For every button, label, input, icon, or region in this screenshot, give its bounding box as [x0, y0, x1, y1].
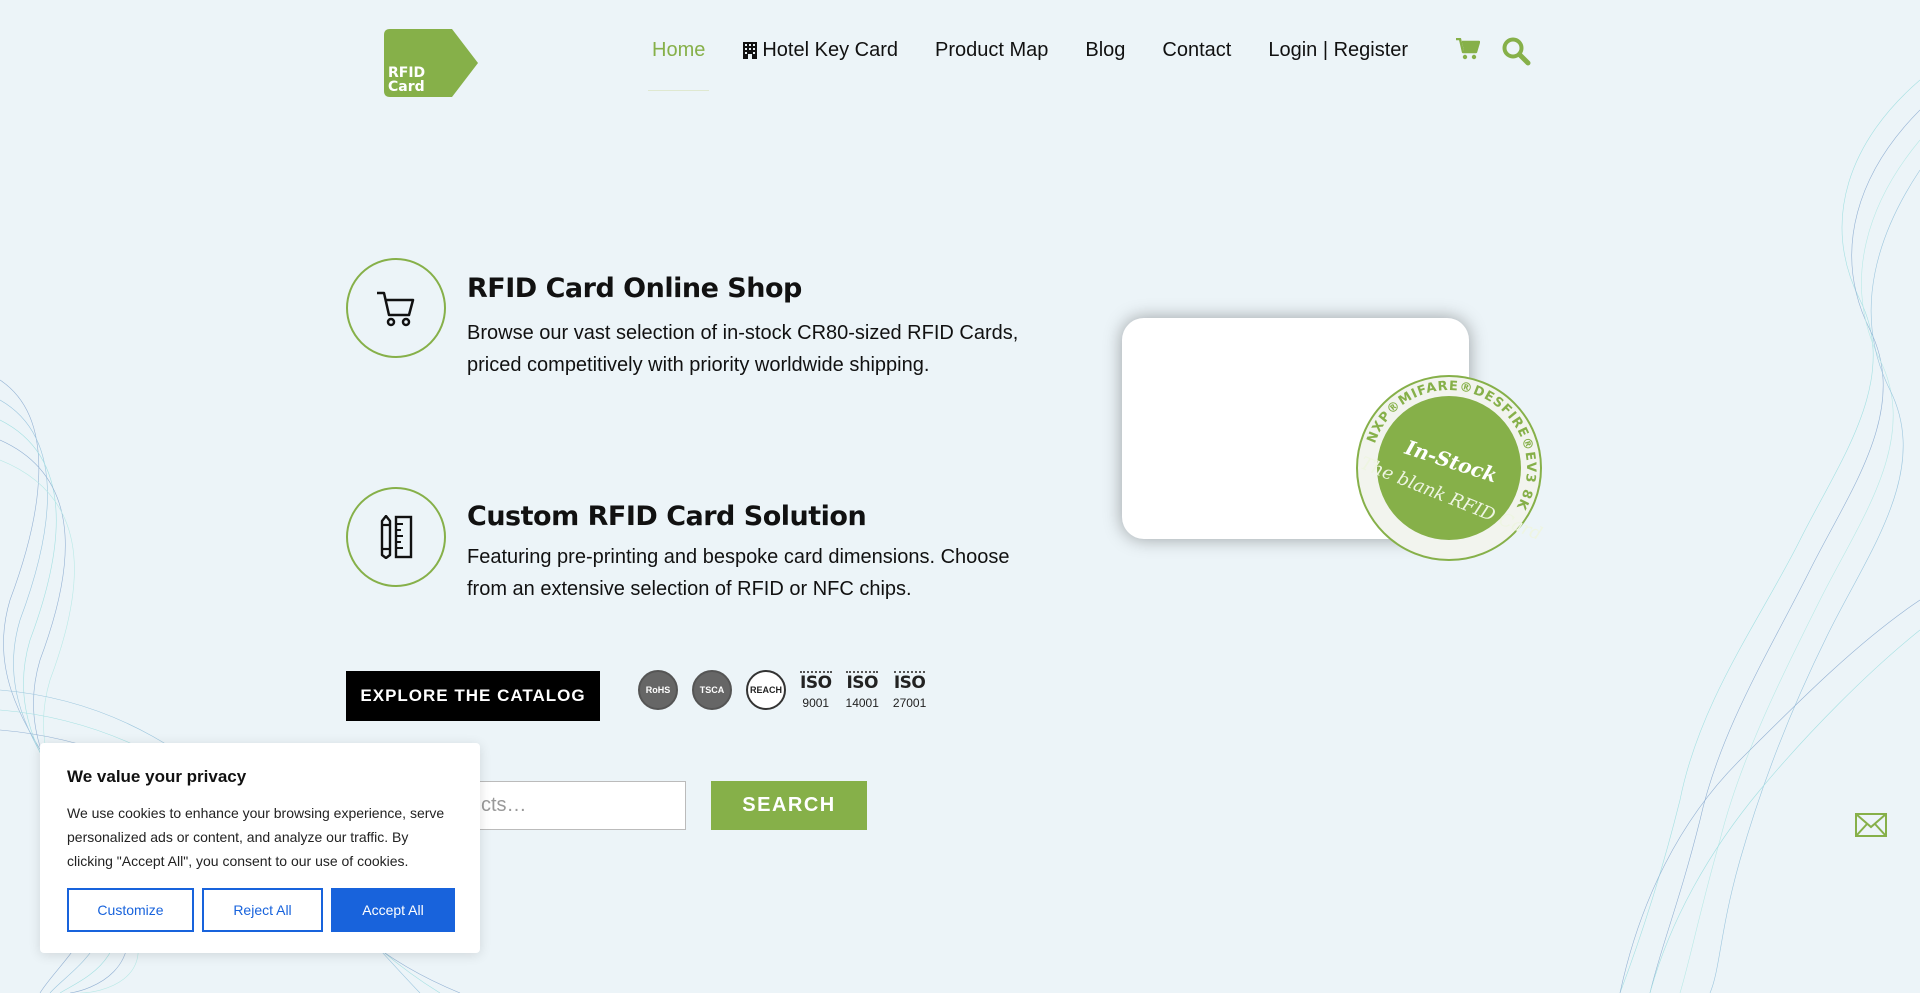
feature-icon-circle — [346, 258, 446, 358]
accept-all-button[interactable]: Accept All — [331, 888, 455, 932]
rfid-card-logo[interactable]: RFID Card — [384, 29, 478, 99]
feature-desc-custom-solution: Featuring pre-printing and bespoke card … — [467, 546, 1010, 600]
nav-item-product-map[interactable]: Product Map — [935, 39, 1048, 62]
pencil-ruler-icon — [380, 515, 413, 559]
customize-button[interactable]: Customize — [67, 888, 194, 932]
search-button[interactable]: SEARCH — [711, 781, 867, 830]
reach-badge: REACH — [746, 670, 786, 710]
explore-catalog-button[interactable]: EXPLORE THE CATALOG — [346, 671, 600, 721]
cookie-title: We value your privacy — [67, 767, 247, 786]
tsca-badge: TSCA — [692, 670, 732, 710]
shopping-cart-icon — [377, 291, 415, 327]
iso-14001-badge: ISO 14001 — [845, 670, 879, 710]
cookie-body: We use cookies to enhance your browsing … — [67, 805, 445, 869]
nav-item-label: Hotel Key Card — [762, 38, 898, 61]
feature-icon-circle — [346, 487, 446, 587]
feature-title-custom-solution: Custom RFID Card Solution — [467, 501, 867, 532]
nav-item-contact[interactable]: Contact — [1162, 39, 1231, 62]
reject-all-button[interactable]: Reject All — [202, 888, 323, 932]
building-icon — [742, 41, 758, 59]
iso-27001-badge: ISO 27001 — [892, 670, 927, 710]
main-nav: Home Hotel Key Card Product Map Blog Con… — [647, 36, 1445, 91]
logo-text-card: Card — [388, 79, 425, 95]
nav-item-blog[interactable]: Blog — [1085, 39, 1125, 62]
cookie-buttons: Customize Reject All Accept All — [67, 888, 463, 932]
cookie-consent-banner: We value your privacy We use cookies to … — [40, 743, 480, 953]
iso-9001-badge: ISO 9001 — [800, 670, 832, 710]
search-icon[interactable] — [1501, 36, 1531, 66]
rohs-badge: RoHS — [638, 670, 678, 710]
cart-icon[interactable] — [1456, 38, 1480, 60]
nav-item-login-register[interactable]: Login | Register — [1268, 39, 1408, 62]
certification-badges: RoHS TSCA REACH ISO 9001 ISO 14001 ISO 2… — [638, 670, 940, 710]
nav-item-home[interactable]: Home — [647, 39, 710, 91]
feature-desc-online-shop: Browse our vast selection of in-stock CR… — [467, 322, 1019, 376]
in-stock-stamp: NXP®MIFARE®DESFIRE®EV3 8K In-Stock The b… — [1356, 375, 1545, 561]
mail-icon[interactable] — [1855, 813, 1887, 837]
feature-title-online-shop: RFID Card Online Shop — [467, 273, 802, 304]
nav-item-hotel-key-card[interactable]: Hotel Key Card — [742, 39, 898, 62]
